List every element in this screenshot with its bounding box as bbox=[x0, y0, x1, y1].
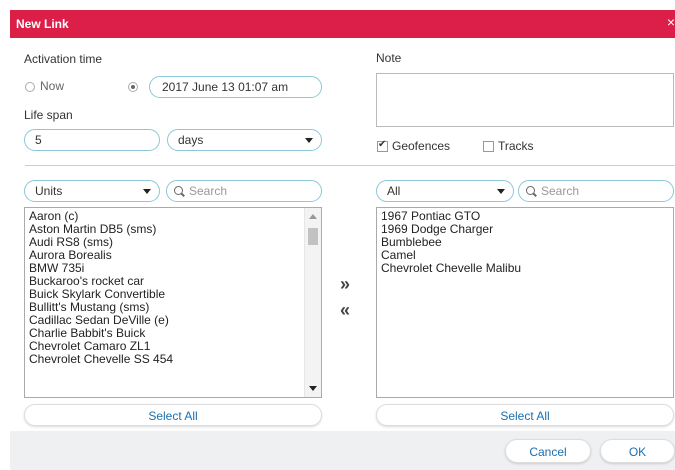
datetime-radio[interactable] bbox=[128, 82, 138, 92]
all-filter-value: All bbox=[387, 184, 401, 198]
scroll-up-icon[interactable] bbox=[309, 214, 317, 219]
close-icon[interactable]: × bbox=[667, 14, 675, 30]
life-span-label: Life span bbox=[24, 108, 73, 122]
dialog-footer: Cancel OK bbox=[10, 431, 675, 470]
linked-list[interactable]: 1967 Pontiac GTO 1969 Dodge Charger Bumble… bbox=[376, 207, 674, 398]
search-icon bbox=[526, 186, 535, 195]
chevron-down-icon bbox=[143, 189, 151, 194]
life-span-unit-value: days bbox=[178, 133, 204, 147]
dialog-body: Activation time Now 2017 June 13 01:07 a… bbox=[10, 38, 675, 470]
cancel-button[interactable]: Cancel bbox=[505, 439, 591, 463]
tracks-label: Tracks bbox=[498, 139, 534, 153]
note-textarea[interactable] bbox=[376, 73, 674, 127]
divider bbox=[25, 165, 675, 166]
units-list[interactable]: Aaron (c) Aston Martin DB5 (sms) Audi RS8 … bbox=[24, 207, 322, 398]
units-search-input[interactable]: Search bbox=[166, 180, 322, 202]
dialog-titlebar: New Link × bbox=[10, 10, 675, 38]
right-select-all-button[interactable]: Select All bbox=[376, 404, 674, 426]
remove-selected-icon[interactable]: « bbox=[340, 300, 350, 321]
search-icon bbox=[174, 186, 183, 195]
units-list-scrollbar[interactable] bbox=[304, 208, 321, 397]
now-radio[interactable] bbox=[25, 82, 35, 92]
note-label: Note bbox=[376, 51, 402, 65]
geofences-label: Geofences bbox=[392, 139, 451, 153]
left-select-all-button[interactable]: Select All bbox=[24, 404, 322, 426]
activation-time-label: Activation time bbox=[24, 52, 103, 66]
activation-datetime-field[interactable]: 2017 June 13 01:07 am bbox=[149, 76, 322, 98]
units-search-placeholder: Search bbox=[189, 184, 228, 198]
now-radio-label: Now bbox=[40, 79, 65, 93]
scroll-down-icon[interactable] bbox=[309, 386, 317, 391]
all-filter-select[interactable]: All bbox=[376, 180, 514, 202]
list-item[interactable]: Bumblebee bbox=[377, 236, 673, 249]
units-filter-value: Units bbox=[35, 184, 63, 198]
dialog-title: New Link bbox=[16, 17, 69, 31]
linked-search-placeholder: Search bbox=[541, 184, 580, 198]
list-item[interactable]: Chevrolet Chevelle SS 454 bbox=[25, 353, 321, 366]
life-span-input[interactable]: 5 bbox=[24, 129, 160, 151]
tracks-checkbox[interactable] bbox=[483, 141, 494, 152]
chevron-down-icon bbox=[497, 189, 505, 194]
add-selected-icon[interactable]: » bbox=[340, 274, 350, 295]
chevron-down-icon bbox=[305, 138, 313, 143]
ok-button[interactable]: OK bbox=[600, 439, 675, 463]
list-item[interactable]: Chevrolet Chevelle Malibu bbox=[377, 262, 673, 275]
geofences-checkbox[interactable] bbox=[377, 139, 388, 152]
scroll-thumb[interactable] bbox=[308, 228, 318, 245]
units-filter-select[interactable]: Units bbox=[24, 180, 160, 202]
life-span-unit-select[interactable]: days bbox=[167, 129, 322, 151]
linked-search-input[interactable]: Search bbox=[518, 180, 674, 202]
